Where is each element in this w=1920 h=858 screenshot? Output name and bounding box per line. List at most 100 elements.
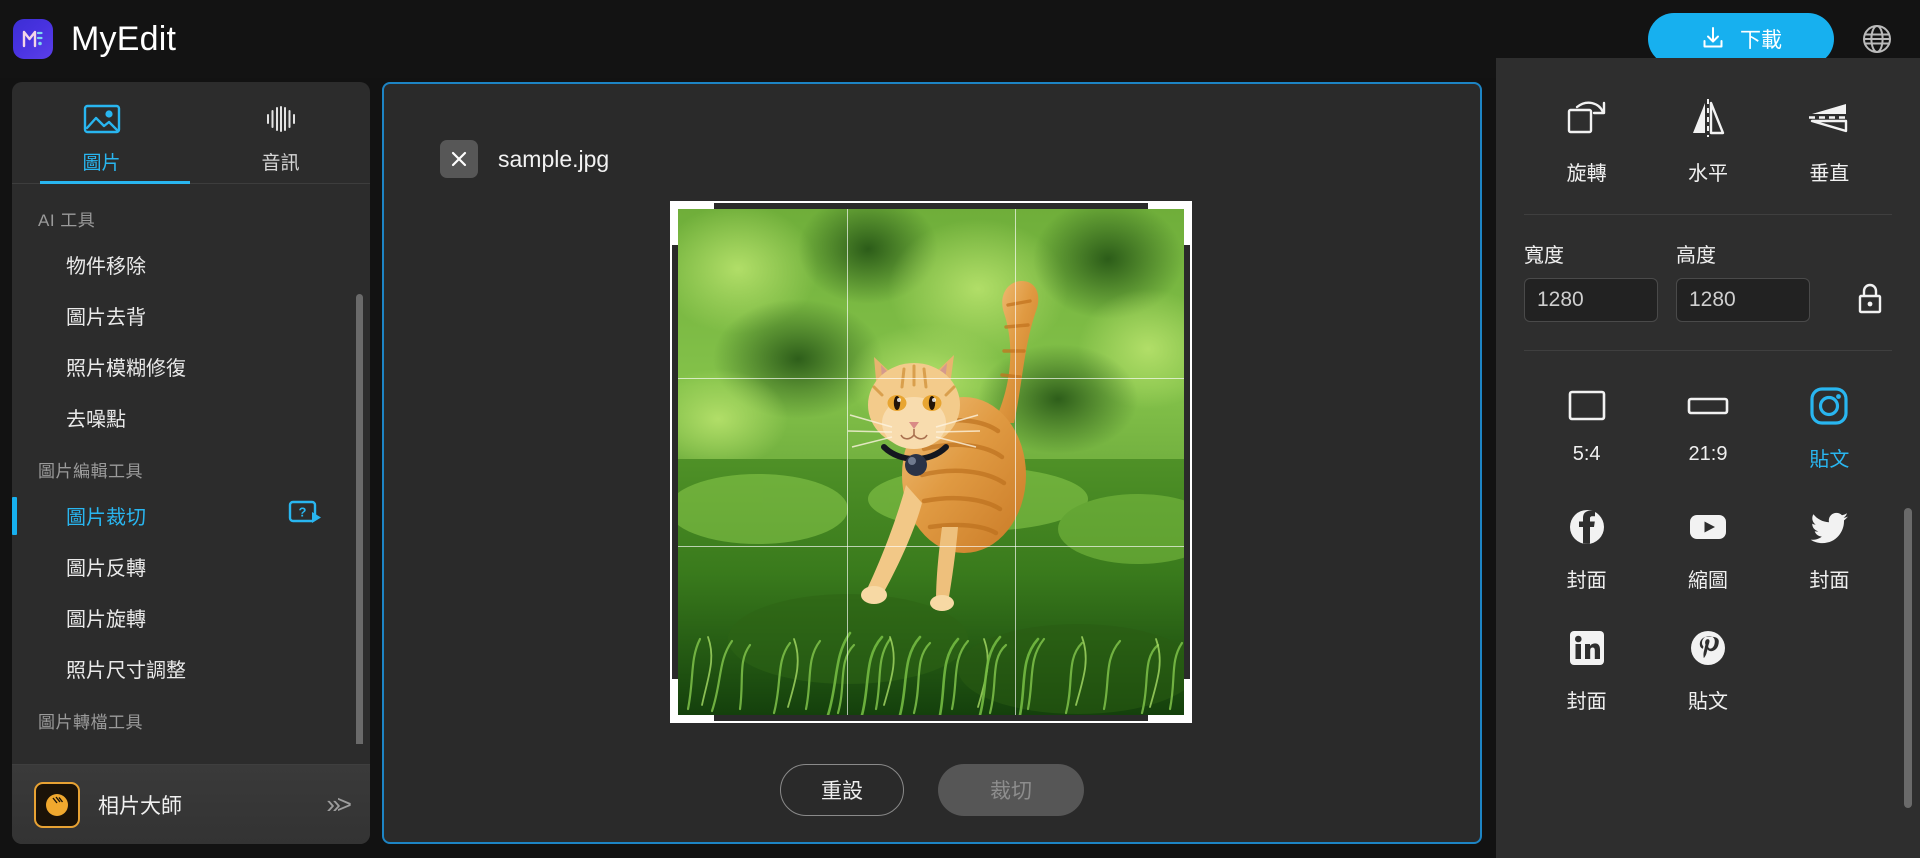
pinterest-icon xyxy=(1685,625,1731,671)
height-input[interactable] xyxy=(1676,278,1810,322)
audio-wave-icon xyxy=(261,102,301,141)
sidebar-menu: AI 工具 物件移除 圖片去背 照片模糊修復 去噪點 圖片編輯工具 圖片裁切 ? xyxy=(12,184,370,744)
sidebar-item-flip[interactable]: 圖片反轉 xyxy=(12,541,370,592)
sidebar-item-object-removal[interactable]: 物件移除 xyxy=(12,239,370,290)
myedit-app: MyEdit 下載 圖片 音訊 AI 工具 物件移除 圖片去背 照片模糊修復 去… xyxy=(0,0,1920,858)
sidebar-item-label: 照片尺寸調整 xyxy=(66,660,186,682)
facebook-icon xyxy=(1564,504,1610,550)
transform-toolbar: 旋轉 水平 垂直 xyxy=(1496,58,1920,214)
crop-edge-bottom[interactable] xyxy=(670,721,1192,723)
ratio-label: 封面 xyxy=(1566,691,1607,713)
ratio-label: 21:9 xyxy=(1688,443,1728,465)
help-video-icon[interactable]: ? xyxy=(288,499,324,533)
ratio-label: 貼文 xyxy=(1809,449,1850,471)
tab-image-label: 圖片 xyxy=(82,152,121,174)
sidebar-item-crop[interactable]: 圖片裁切 ? xyxy=(12,490,370,541)
tab-audio[interactable]: 音訊 xyxy=(191,82,370,184)
chevron-right-icon: »> xyxy=(326,789,352,819)
crop-edge-right[interactable] xyxy=(1190,201,1192,723)
sidebar-item-background-removal[interactable]: 圖片去背 xyxy=(12,290,370,341)
sidebar-item-denoise[interactable]: 去噪點 xyxy=(12,392,370,443)
brand[interactable]: MyEdit xyxy=(13,19,176,59)
flip-vertical-icon xyxy=(1806,96,1852,143)
svg-text:?: ? xyxy=(299,504,307,519)
rect-5-4-icon xyxy=(1564,383,1610,429)
group-label-edit-tools: 圖片編輯工具 xyxy=(38,462,143,481)
canvas-actions: 重設 裁切 xyxy=(384,764,1480,816)
rect-21-9-icon xyxy=(1685,383,1731,429)
reset-button[interactable]: 重設 xyxy=(780,764,904,816)
flip-vertical-button[interactable]: 垂直 xyxy=(1769,96,1890,186)
ratio-label: 封面 xyxy=(1809,570,1850,592)
source-image xyxy=(678,209,1184,715)
crop-frame[interactable] xyxy=(670,201,1192,723)
ratio-pinterest-post-button[interactable]: 貼文 xyxy=(1647,625,1768,714)
rotate-label: 旋轉 xyxy=(1566,163,1607,185)
width-input[interactable] xyxy=(1524,278,1658,322)
ratio-twitter-cover-button[interactable]: 封面 xyxy=(1769,504,1890,593)
height-label: 高度 xyxy=(1676,245,1716,267)
group-label-ai-tools: AI 工具 xyxy=(38,211,96,230)
flip-horizontal-button[interactable]: 水平 xyxy=(1647,96,1768,186)
download-label: 下載 xyxy=(1740,29,1782,52)
ratio-label: 5:4 xyxy=(1572,443,1601,465)
tab-image[interactable]: 圖片 xyxy=(12,82,191,184)
rotate-icon xyxy=(1564,96,1610,143)
download-icon xyxy=(1700,25,1726,54)
globe-icon[interactable] xyxy=(1860,22,1894,56)
sidebar-item-deblur[interactable]: 照片模糊修復 xyxy=(12,341,370,392)
crop-edge-left[interactable] xyxy=(670,201,672,723)
file-name: sample.jpg xyxy=(498,145,610,172)
sidebar-item-rotate[interactable]: 圖片旋轉 xyxy=(12,592,370,643)
ratio-facebook-cover-button[interactable]: 封面 xyxy=(1526,504,1647,593)
width-label: 寬度 xyxy=(1524,245,1564,267)
ratio-youtube-thumbnail-button[interactable]: 縮圖 xyxy=(1647,504,1768,593)
sidebar-item-label: 物件移除 xyxy=(66,256,146,278)
ratio-label: 貼文 xyxy=(1687,691,1728,713)
promo-photodirector[interactable]: 相片大師 »> xyxy=(12,764,370,844)
sidebar-tabs: 圖片 音訊 xyxy=(12,82,370,184)
rotate-button[interactable]: 旋轉 xyxy=(1526,96,1647,186)
twitter-icon xyxy=(1806,504,1852,550)
right-panel-scrollbar[interactable] xyxy=(1904,508,1912,808)
crop-edge-top[interactable] xyxy=(670,201,1192,203)
ratio-instagram-post-button[interactable]: 貼文 xyxy=(1769,383,1890,472)
height-field-group: 高度 xyxy=(1676,239,1810,322)
sidebar-scrollbar[interactable] xyxy=(356,294,363,744)
sidebar-item-label: 圖片反轉 xyxy=(66,558,146,580)
linkedin-icon xyxy=(1564,625,1610,671)
photodirector-icon xyxy=(34,781,80,828)
instagram-icon xyxy=(1806,383,1852,429)
close-icon[interactable] xyxy=(440,140,478,178)
sidebar-item-label: 照片模糊修復 xyxy=(66,358,186,380)
promo-label: 相片大師 xyxy=(98,794,182,818)
image-icon xyxy=(82,102,122,141)
ratio-label: 縮圖 xyxy=(1687,570,1728,592)
flip-vertical-label: 垂直 xyxy=(1809,163,1850,185)
crop-button[interactable]: 裁切 xyxy=(938,764,1084,816)
flip-horizontal-icon xyxy=(1685,96,1731,143)
sidebar-item-label: 去噪點 xyxy=(66,409,126,431)
canvas-header: sample.jpg xyxy=(440,140,609,178)
ratio-5-4-button[interactable]: 5:4 xyxy=(1526,383,1647,472)
sidebar-item-label: 圖片裁切 xyxy=(66,507,146,529)
width-field-group: 寬度 xyxy=(1524,239,1658,322)
youtube-icon xyxy=(1685,504,1731,550)
left-sidebar: 圖片 音訊 AI 工具 物件移除 圖片去背 照片模糊修復 去噪點 圖片編輯工具 … xyxy=(12,82,370,844)
aspect-ratio-grid: 5:4 21:9 貼文 封面 縮圖 封面 封面 貼文 xyxy=(1496,351,1920,734)
size-controls: 寬度 高度 xyxy=(1496,215,1920,322)
brand-title: MyEdit xyxy=(71,19,177,58)
flip-horizontal-label: 水平 xyxy=(1687,163,1728,185)
tab-audio-label: 音訊 xyxy=(261,152,300,174)
group-label-convert-tools: 圖片轉檔工具 xyxy=(38,713,143,732)
sidebar-item-label: 圖片去背 xyxy=(66,307,146,329)
ratio-label: 封面 xyxy=(1566,570,1607,592)
lock-icon[interactable] xyxy=(1850,277,1890,321)
editor-canvas: sample.jpg 重設 裁切 xyxy=(382,82,1482,844)
sidebar-item-resize[interactable]: 照片尺寸調整 xyxy=(12,643,370,694)
sidebar-item-label: 圖片旋轉 xyxy=(66,609,146,631)
ratio-21-9-button[interactable]: 21:9 xyxy=(1647,383,1768,472)
myedit-logo-icon xyxy=(13,19,53,59)
ratio-linkedin-cover-button[interactable]: 封面 xyxy=(1526,625,1647,714)
right-panel: 旋轉 水平 垂直 寬度 1280 高度 1280 5:4 21:9 貼文 封面 … xyxy=(1496,58,1920,858)
